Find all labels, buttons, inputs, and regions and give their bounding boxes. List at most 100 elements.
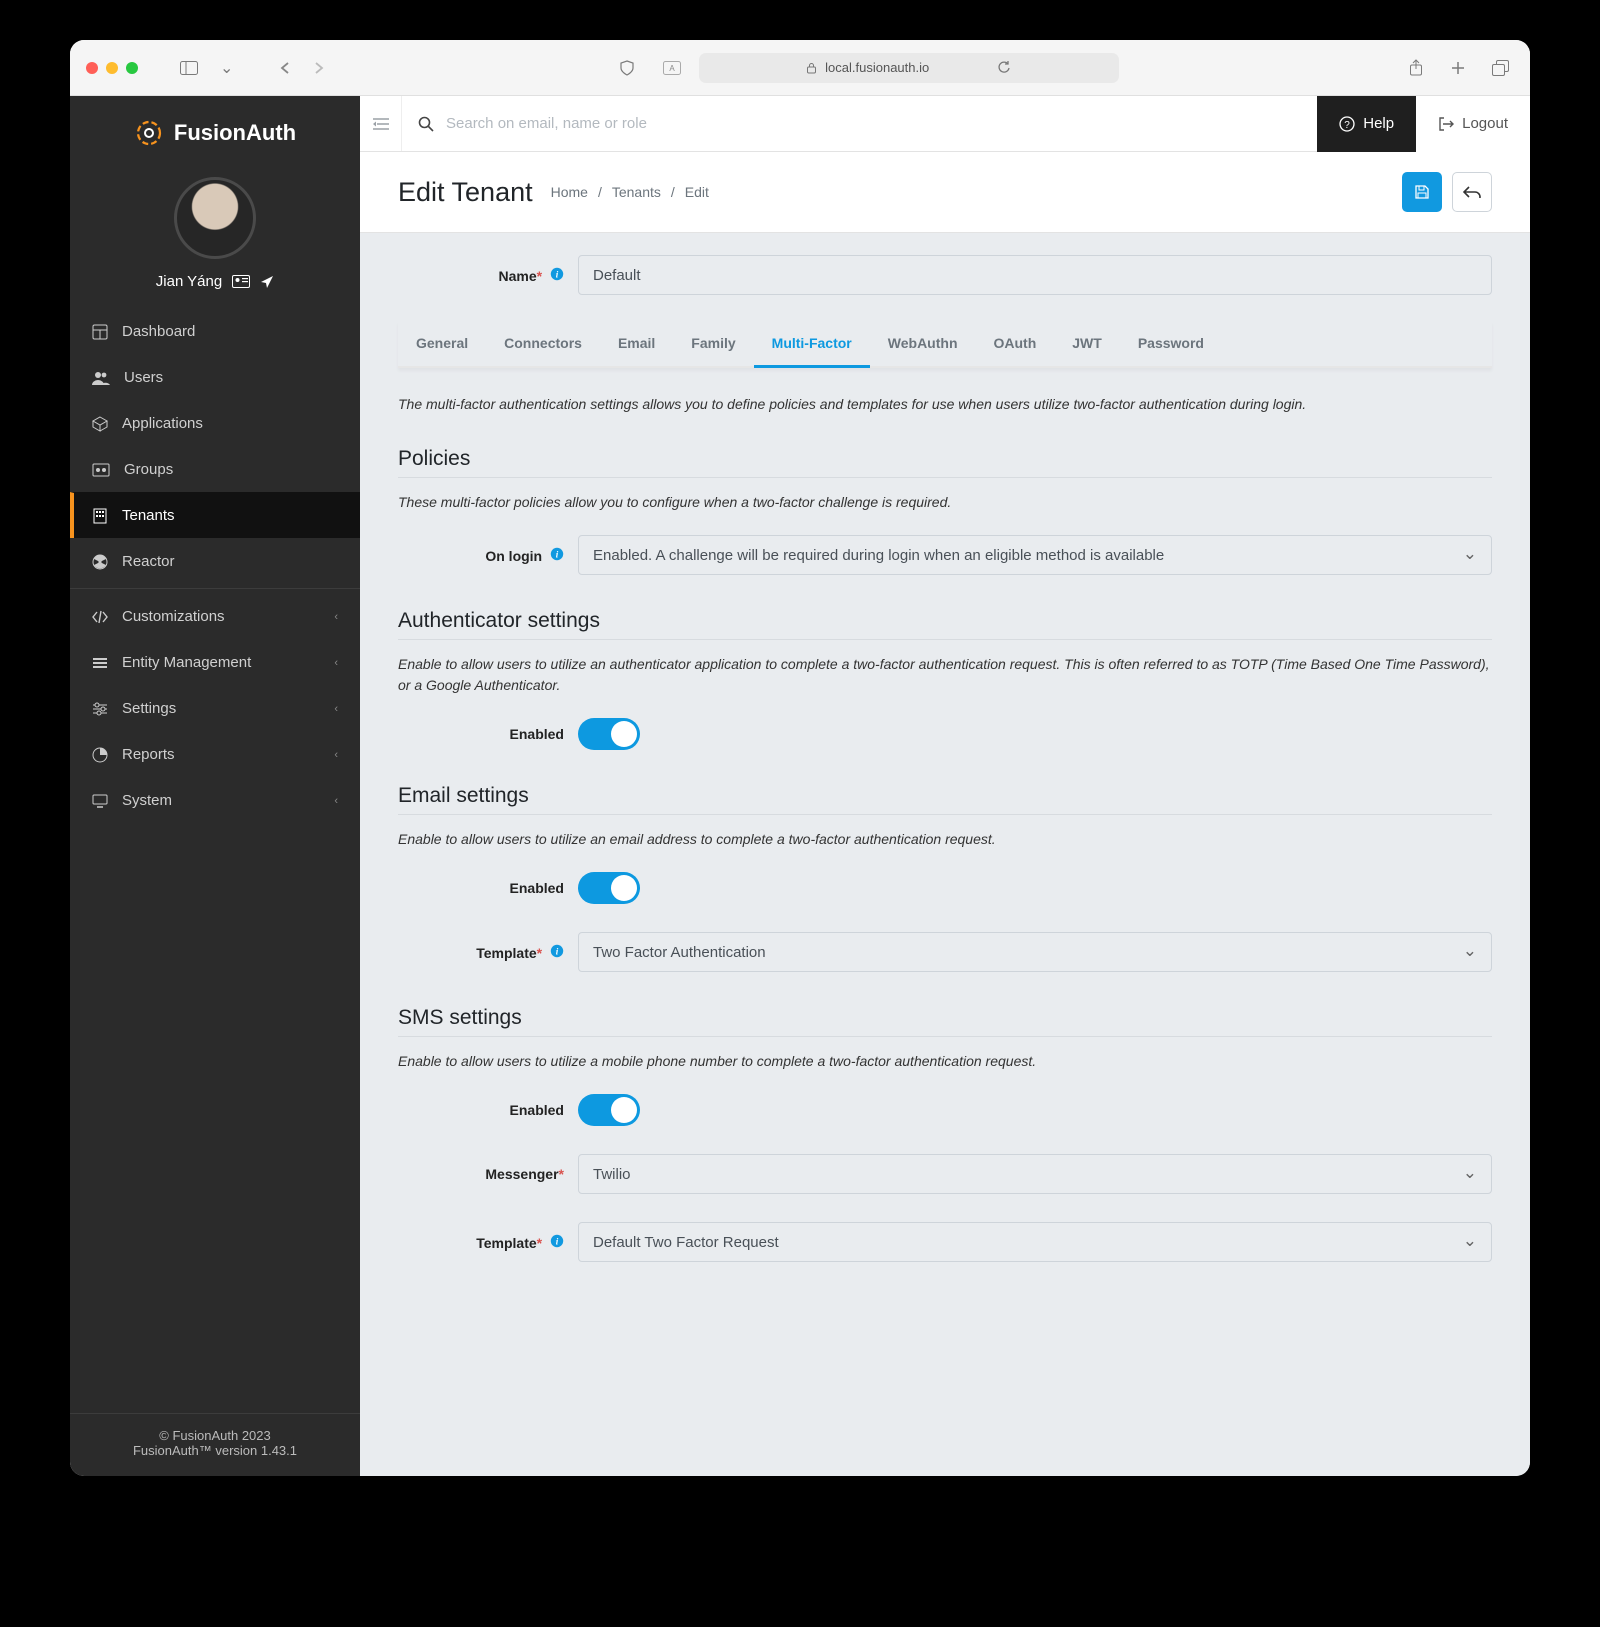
sidebar-item-entity-management[interactable]: Entity Management ‹ [70, 639, 360, 685]
authenticator-heading: Authenticator settings [398, 609, 1492, 640]
name-label: Name [499, 268, 537, 284]
tabs-overview-icon[interactable] [1488, 59, 1514, 77]
tab-general[interactable]: General [398, 321, 486, 368]
enabled-label: Enabled [510, 880, 564, 896]
search-input[interactable] [446, 115, 766, 132]
template-label: Template [476, 945, 536, 961]
sidebar-item-customizations[interactable]: Customizations ‹ [70, 593, 360, 639]
sidebar-item-settings[interactable]: Settings ‹ [70, 685, 360, 731]
sliders-icon [92, 702, 108, 716]
help-button[interactable]: ? Help [1317, 96, 1416, 152]
tab-oauth[interactable]: OAuth [976, 321, 1055, 368]
tab-connectors[interactable]: Connectors [486, 321, 600, 368]
sidebar-item-label: Settings [122, 700, 176, 717]
chart-pie-icon [92, 747, 108, 763]
email-template-select[interactable]: Two Factor Authentication [578, 932, 1492, 972]
lock-icon [806, 62, 817, 74]
tab-multi-factor[interactable]: Multi-Factor [754, 321, 870, 368]
sms-template-select[interactable]: Default Two Factor Request [578, 1222, 1492, 1262]
monitor-icon [92, 794, 108, 808]
logout-icon [1438, 116, 1454, 132]
sms-enabled-toggle[interactable] [578, 1094, 640, 1126]
tab-email[interactable]: Email [600, 321, 673, 368]
browser-chrome: ⌄ A local.fusionauth.io [70, 40, 1530, 96]
minimize-window-icon[interactable] [106, 62, 118, 74]
topbar: ? Help Logout [360, 96, 1530, 152]
save-icon [1414, 184, 1430, 200]
email-heading: Email settings [398, 784, 1492, 815]
brand-name: FusionAuth [174, 120, 296, 146]
help-label: Help [1363, 115, 1394, 132]
sidebar-item-tenants[interactable]: Tenants [70, 492, 360, 538]
groups-icon [92, 463, 110, 477]
crumb-home[interactable]: Home [551, 184, 588, 200]
url-text: local.fusionauth.io [825, 60, 929, 75]
back-button[interactable] [1452, 172, 1492, 212]
location-arrow-icon[interactable] [260, 275, 274, 289]
collapse-sidebar-icon[interactable] [360, 96, 402, 151]
url-bar[interactable]: local.fusionauth.io [699, 53, 1119, 83]
save-button[interactable] [1402, 172, 1442, 212]
sidebar-item-applications[interactable]: Applications [70, 400, 360, 446]
close-window-icon[interactable] [86, 62, 98, 74]
sidebar-item-reports[interactable]: Reports ‹ [70, 731, 360, 777]
nav-forward-icon[interactable] [309, 61, 329, 75]
on-login-label: On login [485, 548, 542, 564]
breadcrumb: Home/ Tenants/ Edit [551, 184, 709, 200]
sidebar-item-groups[interactable]: Groups [70, 446, 360, 492]
sidebar-item-label: Applications [122, 415, 203, 432]
name-input[interactable] [578, 255, 1492, 295]
text-size-icon[interactable]: A [659, 61, 685, 75]
info-icon[interactable]: i [550, 944, 564, 958]
on-login-select[interactable]: Enabled. A challenge will be required du… [578, 535, 1492, 575]
crumb-tenants[interactable]: Tenants [612, 184, 661, 200]
sidebar-item-reactor[interactable]: Reactor [70, 538, 360, 584]
sms-template-value: Default Two Factor Request [593, 1234, 779, 1251]
code-icon [92, 610, 108, 624]
email-enabled-toggle[interactable] [578, 872, 640, 904]
vcard-icon[interactable] [232, 275, 250, 288]
sidebar-item-users[interactable]: Users [70, 354, 360, 400]
sidebar-item-label: Dashboard [122, 323, 195, 340]
tab-family[interactable]: Family [673, 321, 753, 368]
chevron-left-icon: ‹ [334, 703, 338, 715]
messenger-select[interactable]: Twilio [578, 1154, 1492, 1194]
email-desc: Enable to allow users to utilize an emai… [398, 815, 1492, 858]
tab-webauthn[interactable]: WebAuthn [870, 321, 976, 368]
info-icon[interactable]: i [550, 1234, 564, 1248]
avatar[interactable] [174, 177, 256, 259]
info-icon[interactable]: i [550, 267, 564, 281]
secondary-nav: Customizations ‹ Entity Management ‹ Set… [70, 593, 360, 823]
chevron-down-icon[interactable]: ⌄ [216, 58, 237, 78]
enabled-label: Enabled [510, 1102, 564, 1118]
policies-desc: These multi-factor policies allow you to… [398, 478, 1492, 521]
authenticator-desc: Enable to allow users to utilize an auth… [398, 640, 1492, 704]
authenticator-enabled-toggle[interactable] [578, 718, 640, 750]
sidebar-item-label: Reactor [122, 553, 175, 570]
info-icon[interactable]: i [550, 547, 564, 561]
sidebar-item-dashboard[interactable]: Dashboard [70, 308, 360, 354]
tab-password[interactable]: Password [1120, 321, 1222, 368]
page-title: Edit Tenant [398, 177, 533, 208]
chevron-left-icon: ‹ [334, 657, 338, 669]
reload-icon[interactable] [997, 61, 1011, 75]
sidebar-item-system[interactable]: System ‹ [70, 777, 360, 823]
shield-icon[interactable] [615, 60, 639, 76]
share-icon[interactable] [1404, 59, 1428, 77]
content: Name* i General Connectors Email Family … [360, 233, 1530, 1316]
sidebar-toggle-icon[interactable] [176, 61, 202, 75]
chevron-left-icon: ‹ [334, 611, 338, 623]
window-controls[interactable] [86, 62, 138, 74]
page-header: Edit Tenant Home/ Tenants/ Edit [360, 152, 1530, 233]
logout-button[interactable]: Logout [1416, 96, 1530, 152]
sms-heading: SMS settings [398, 1006, 1492, 1037]
brand: FusionAuth [70, 96, 360, 163]
new-tab-icon[interactable] [1446, 59, 1470, 77]
logout-label: Logout [1462, 115, 1508, 132]
tab-jwt[interactable]: JWT [1054, 321, 1120, 368]
maximize-window-icon[interactable] [126, 62, 138, 74]
sidebar-item-label: Reports [122, 746, 175, 763]
database-icon [92, 656, 108, 670]
nav-back-icon[interactable] [275, 61, 295, 75]
template-label: Template [476, 1235, 536, 1251]
